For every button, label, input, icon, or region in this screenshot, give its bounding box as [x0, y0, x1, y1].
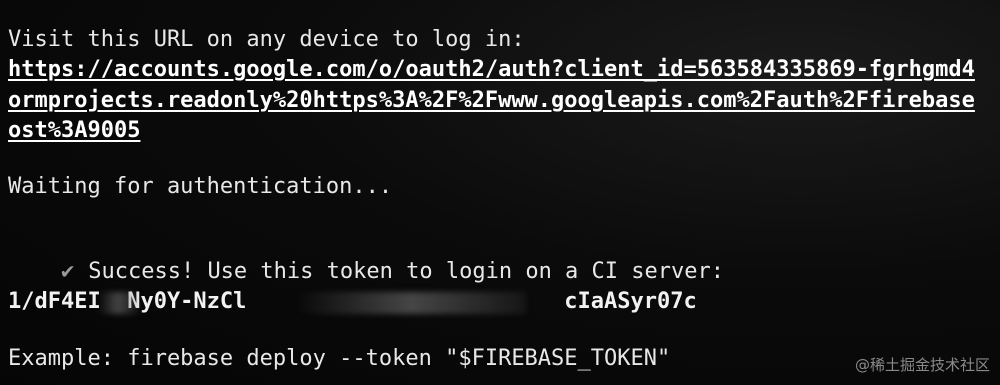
token-redaction-blur-1	[98, 292, 138, 314]
success-text: Success! Use this token to login on a CI…	[88, 259, 724, 284]
token-redaction-blur-2	[296, 292, 526, 314]
example-command: Example: firebase deploy --token "$FIREB…	[8, 346, 671, 371]
visit-instruction: Visit this URL on any device to log in:	[8, 27, 525, 52]
auth-url-line-2[interactable]: ormprojects.readonly%20https%3A%2F%2Fwww…	[8, 87, 975, 115]
waiting-status: Waiting for authentication...	[8, 174, 393, 199]
terminal-window: Visit this URL on any device to log in: …	[0, 0, 1000, 385]
watermark: @稀土掘金技术社区	[854, 356, 990, 374]
check-icon: ✔	[60, 259, 75, 284]
auth-url-line-3[interactable]: ost%3A9005	[8, 117, 140, 145]
auth-url-line-1[interactable]: https://accounts.google.com/o/oauth2/aut…	[8, 56, 975, 84]
